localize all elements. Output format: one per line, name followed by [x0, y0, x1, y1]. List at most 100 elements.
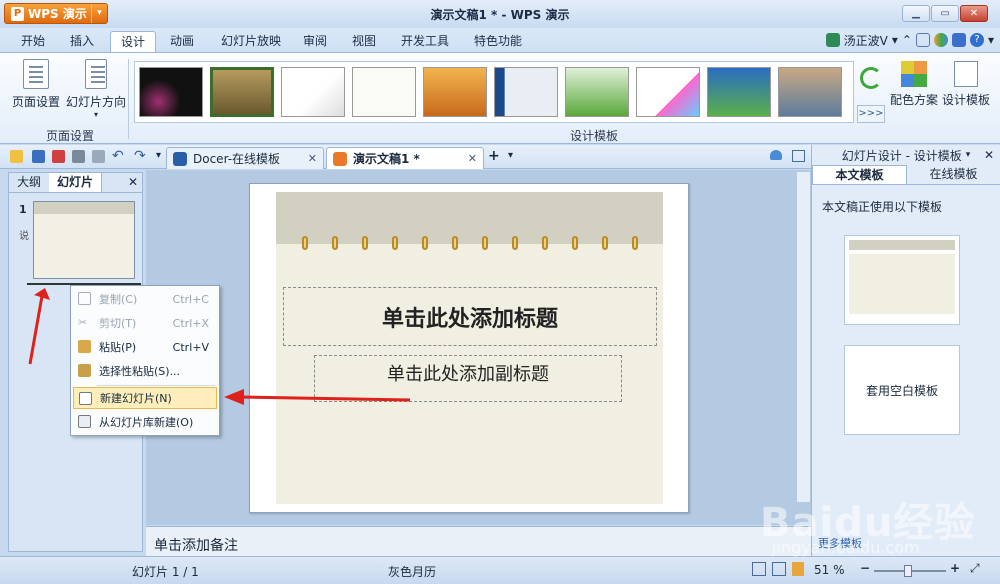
menu-item-shortcut: Ctrl+V: [172, 340, 209, 354]
tab-review[interactable]: 审阅: [293, 31, 337, 52]
current-template-card[interactable]: [844, 235, 960, 325]
zoom-handle[interactable]: [904, 565, 912, 577]
page-setup-group-label: 页面设置: [46, 129, 95, 143]
menu-item-paste-special[interactable]: 选择性粘贴(S)...: [73, 360, 217, 382]
refresh-icon[interactable]: [860, 67, 882, 89]
tab-docer[interactable]: Docer-在线模板 ✕: [166, 147, 324, 169]
binder-ring: [392, 236, 398, 250]
notes-pane[interactable]: 单击添加备注: [146, 526, 811, 556]
subtitle-placeholder[interactable]: 单击此处添加副标题: [314, 355, 622, 402]
wps-button-label: WPS 演示: [28, 7, 87, 21]
menu-item-new-slide[interactable]: 新建幻灯片(N): [73, 387, 217, 409]
thumb-band: [849, 240, 955, 250]
cut-icon: ✂: [78, 316, 88, 329]
gallery-more-button[interactable]: >>>: [857, 105, 885, 123]
template-thumb[interactable]: [352, 67, 416, 117]
template-thumb[interactable]: [139, 67, 203, 117]
ribbon-divider: [128, 59, 129, 139]
zoom-out-icon[interactable]: −: [860, 561, 870, 575]
template-thumb[interactable]: [636, 67, 700, 117]
tab-insert[interactable]: 插入: [60, 31, 104, 52]
chevron-down-icon[interactable]: ▾: [156, 150, 161, 161]
close-window-button[interactable]: ✕: [960, 5, 988, 22]
theme-icon[interactable]: [933, 33, 948, 47]
template-thumb[interactable]: [707, 67, 771, 117]
paste-icon: [78, 340, 91, 353]
docer-icon[interactable]: [951, 33, 966, 47]
title-placeholder[interactable]: 单击此处添加标题: [283, 287, 657, 346]
chevron-down-icon[interactable]: ▾: [966, 150, 971, 160]
tab-design[interactable]: 设计: [110, 31, 157, 52]
task-pane-title: 幻灯片设计 - 设计模板: [841, 148, 962, 163]
normal-view-icon[interactable]: [752, 562, 766, 576]
chevron-down-icon[interactable]: ▾: [892, 33, 898, 47]
design-template-button[interactable]: 设计模板: [942, 61, 990, 108]
menu-item-copy[interactable]: 复制(C) Ctrl+C: [73, 288, 217, 310]
print-icon[interactable]: [72, 150, 85, 163]
template-thumb[interactable]: [210, 67, 274, 117]
blank-template-card[interactable]: 套用空白模板: [844, 345, 960, 435]
menu-item-from-library[interactable]: 从幻灯片库新建(O): [73, 411, 217, 433]
export-pdf-icon[interactable]: [52, 150, 65, 163]
redo-icon[interactable]: ↷: [134, 148, 146, 164]
menu-item-cut[interactable]: ✂ 剪切(T) Ctrl+X: [73, 312, 217, 334]
skin-icon[interactable]: [915, 33, 930, 47]
template-thumb[interactable]: [494, 67, 558, 117]
color-scheme-button[interactable]: 配色方案: [890, 61, 938, 108]
open-icon[interactable]: [10, 150, 23, 163]
user-icon[interactable]: [825, 33, 840, 47]
chevron-up-icon[interactable]: ⌃: [902, 33, 912, 47]
cloud-icon[interactable]: [770, 150, 782, 160]
menu-item-paste[interactable]: 粘贴(P) Ctrl+V: [73, 336, 217, 358]
chevron-down-icon[interactable]: ▾: [508, 150, 513, 161]
page-setup-button[interactable]: 页面设置: [12, 59, 60, 110]
template-thumb[interactable]: [778, 67, 842, 117]
vertical-scrollbar[interactable]: [796, 172, 810, 502]
tab-developer[interactable]: 开发工具: [391, 31, 459, 52]
save-icon[interactable]: [32, 150, 45, 163]
zoom-in-icon[interactable]: +: [950, 561, 960, 575]
close-icon[interactable]: ✕: [308, 152, 317, 165]
user-name[interactable]: 汤正波V: [844, 32, 888, 49]
maximize-button[interactable]: ▭: [931, 5, 959, 22]
tab-features[interactable]: 特色功能: [464, 31, 532, 52]
slide-library-icon: [78, 415, 91, 428]
layout-icon[interactable]: [792, 150, 805, 162]
thumb-band: [34, 202, 134, 214]
design-template-label: 设计模板: [942, 93, 991, 107]
minimize-button[interactable]: ▁: [902, 5, 930, 22]
fit-window-icon[interactable]: ⤢: [970, 561, 980, 576]
tab-view[interactable]: 视图: [342, 31, 386, 52]
new-tab-icon[interactable]: +: [488, 148, 500, 164]
template-thumb[interactable]: [281, 67, 345, 117]
orientation-icon: [85, 59, 107, 89]
orientation-label: 幻灯片方向: [66, 95, 127, 109]
slide-thumbnail[interactable]: [33, 201, 135, 279]
tab-online-template[interactable]: 在线模板: [907, 165, 1000, 184]
undo-icon[interactable]: ↶: [112, 148, 124, 164]
tab-current-template[interactable]: 本文模板: [812, 165, 907, 184]
help-icon[interactable]: ?: [969, 33, 984, 47]
tab-slides[interactable]: 幻灯片: [49, 173, 103, 192]
chevron-down-icon[interactable]: ▾: [91, 4, 107, 23]
thumb-body: [849, 254, 955, 314]
menu-item-label: 新建幻灯片(N): [100, 392, 172, 405]
tab-start[interactable]: 开始: [11, 31, 55, 52]
tab-presentation[interactable]: 演示文稿1 * ✕: [326, 147, 484, 169]
slide-orientation-button[interactable]: 幻灯片方向 ▾: [66, 59, 126, 119]
sorter-view-icon[interactable]: [772, 562, 786, 576]
template-thumb[interactable]: [565, 67, 629, 117]
slideshow-icon[interactable]: [792, 562, 804, 576]
chevron-down-icon[interactable]: ▾: [988, 33, 994, 47]
design-group-label: 设计模板: [570, 129, 619, 143]
template-thumb[interactable]: [423, 67, 487, 117]
tab-slideshow[interactable]: 幻灯片放映: [211, 31, 291, 52]
print-preview-icon[interactable]: [92, 150, 105, 163]
close-icon[interactable]: ✕: [128, 175, 138, 189]
wps-menu-button[interactable]: P WPS 演示 ▾: [4, 3, 108, 24]
tab-animation[interactable]: 动画: [160, 31, 204, 52]
close-icon[interactable]: ✕: [468, 152, 477, 165]
close-icon[interactable]: ✕: [984, 148, 994, 162]
binder-ring: [422, 236, 428, 250]
tab-outline[interactable]: 大纲: [9, 173, 49, 192]
